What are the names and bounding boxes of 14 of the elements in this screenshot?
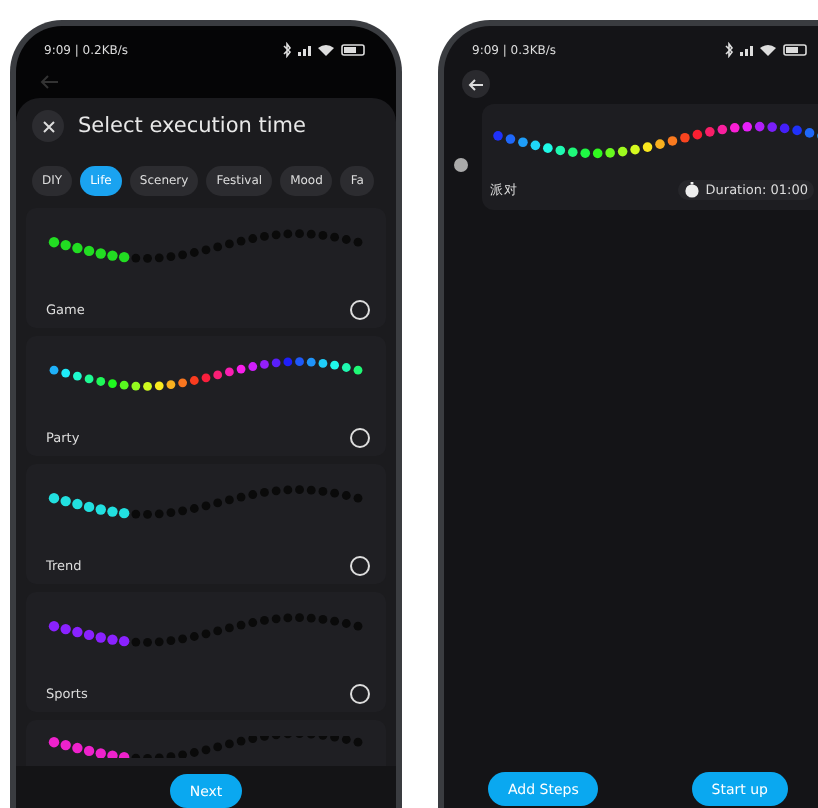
radio-button[interactable] [350, 556, 370, 576]
radio-button[interactable] [350, 300, 370, 320]
side-handle-icon[interactable] [454, 158, 468, 172]
close-button[interactable] [32, 110, 64, 142]
stopwatch-icon [683, 182, 700, 198]
sheet-title: Select execution time [78, 114, 306, 138]
back-arrow-icon [468, 77, 484, 91]
close-icon [41, 119, 55, 133]
radio-button[interactable] [350, 684, 370, 704]
effect-card[interactable] [26, 720, 386, 766]
status-icons-drawing [722, 42, 810, 58]
back-button[interactable] [462, 70, 490, 98]
radio-button[interactable] [350, 428, 370, 448]
status-icons-drawing [280, 42, 368, 58]
